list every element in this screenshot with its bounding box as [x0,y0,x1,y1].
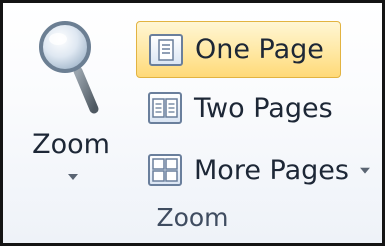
one-page-button[interactable]: One Page [136,21,341,78]
magnifier-icon [39,21,99,114]
two-pages-label: Two Pages [194,92,333,124]
dropdown-arrow-icon [360,167,370,174]
two-pages-icon [148,92,182,124]
more-pages-label: More Pages [194,154,349,186]
two-pages-button[interactable]: Two Pages [136,81,341,135]
one-page-label: One Page [195,34,324,65]
zoom-button[interactable]: Zoom [13,11,129,197]
one-page-icon [149,33,183,66]
zoom-button-label: Zoom [32,129,110,160]
chevron-down-icon [68,174,78,180]
zoom-ribbon-group: Zoom One Page Two Pages More Pages Zoom [0,0,385,246]
more-pages-icon [148,154,182,186]
group-label: Zoom [156,203,229,232]
more-pages-button[interactable]: More Pages [136,143,376,197]
